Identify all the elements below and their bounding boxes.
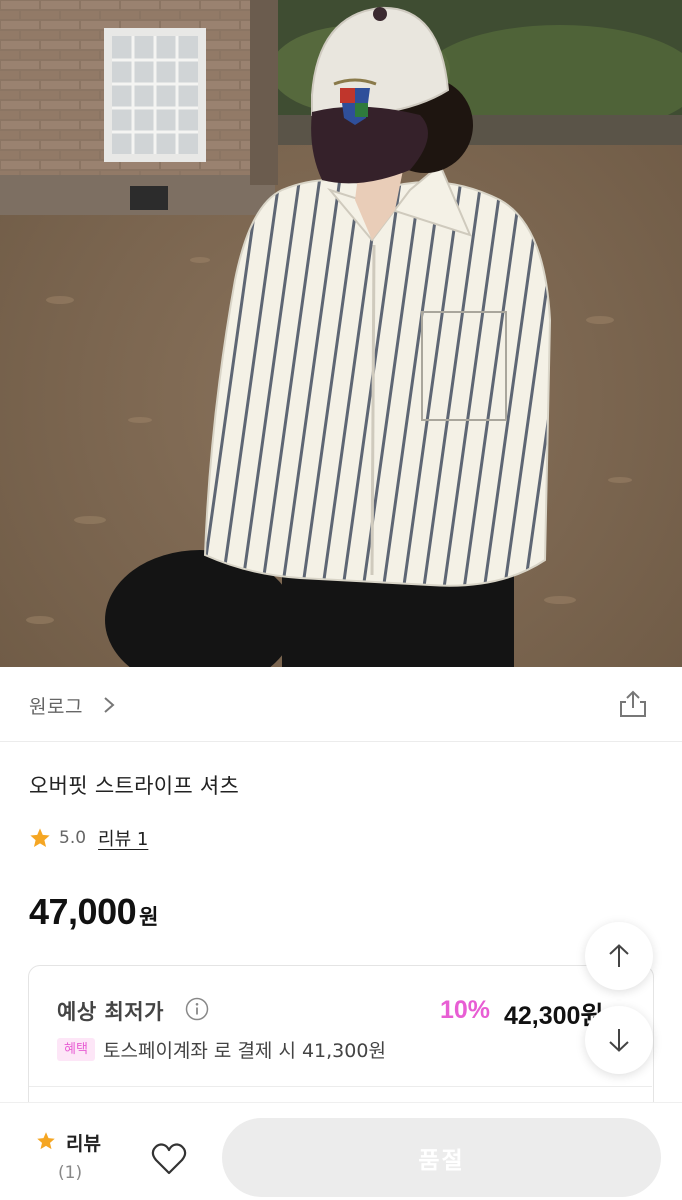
scroll-top-button[interactable] [585, 922, 653, 990]
brand-row: 원로그 [0, 667, 682, 742]
discount-rate: 10% [440, 996, 491, 1024]
product-image[interactable] [0, 0, 682, 667]
star-icon [37, 1132, 55, 1150]
bottom-action-bar: 리뷰 (1) 품절 [0, 1102, 682, 1200]
info-icon[interactable] [185, 997, 209, 1021]
product-price: 47,000 원 [29, 891, 158, 933]
scroll-bottom-button[interactable] [585, 1006, 653, 1074]
product-title: 오버핏 스트라이프 셔츠 [29, 774, 240, 798]
chevron-right-icon[interactable] [101, 695, 117, 715]
benefit-text: 토스페이계좌 로 결제 시 41,300원 [103, 1040, 386, 1062]
lowest-price-card[interactable]: 예상 최저가 10% 42,300원 혜택 토스페이계좌 로 결제 시 41,3… [28, 965, 654, 1125]
sold-out-button[interactable]: 품절 [222, 1118, 661, 1197]
price-amount: 47,000 [29, 891, 137, 932]
review-link[interactable]: 리뷰 1 [98, 825, 148, 851]
card-divider [29, 1086, 652, 1087]
arrow-up-icon [609, 944, 629, 967]
review-button[interactable]: 리뷰 (1) [28, 1123, 128, 1189]
share-icon[interactable] [616, 687, 650, 721]
price-unit: 원 [139, 905, 159, 929]
arrow-down-icon [609, 1029, 629, 1052]
brand-name[interactable]: 원로그 [29, 692, 83, 719]
review-label: 리뷰 [66, 1133, 101, 1155]
lowest-price-label: 예상 최저가 [57, 1000, 164, 1024]
benefit-badge: 혜택 [57, 1038, 95, 1061]
heart-icon[interactable] [148, 1138, 190, 1180]
review-count: (1) [58, 1163, 83, 1183]
star-icon [30, 828, 50, 847]
rating-score: 5.0 [59, 828, 87, 848]
rating-row: 5.0 리뷰 1 [29, 824, 148, 852]
